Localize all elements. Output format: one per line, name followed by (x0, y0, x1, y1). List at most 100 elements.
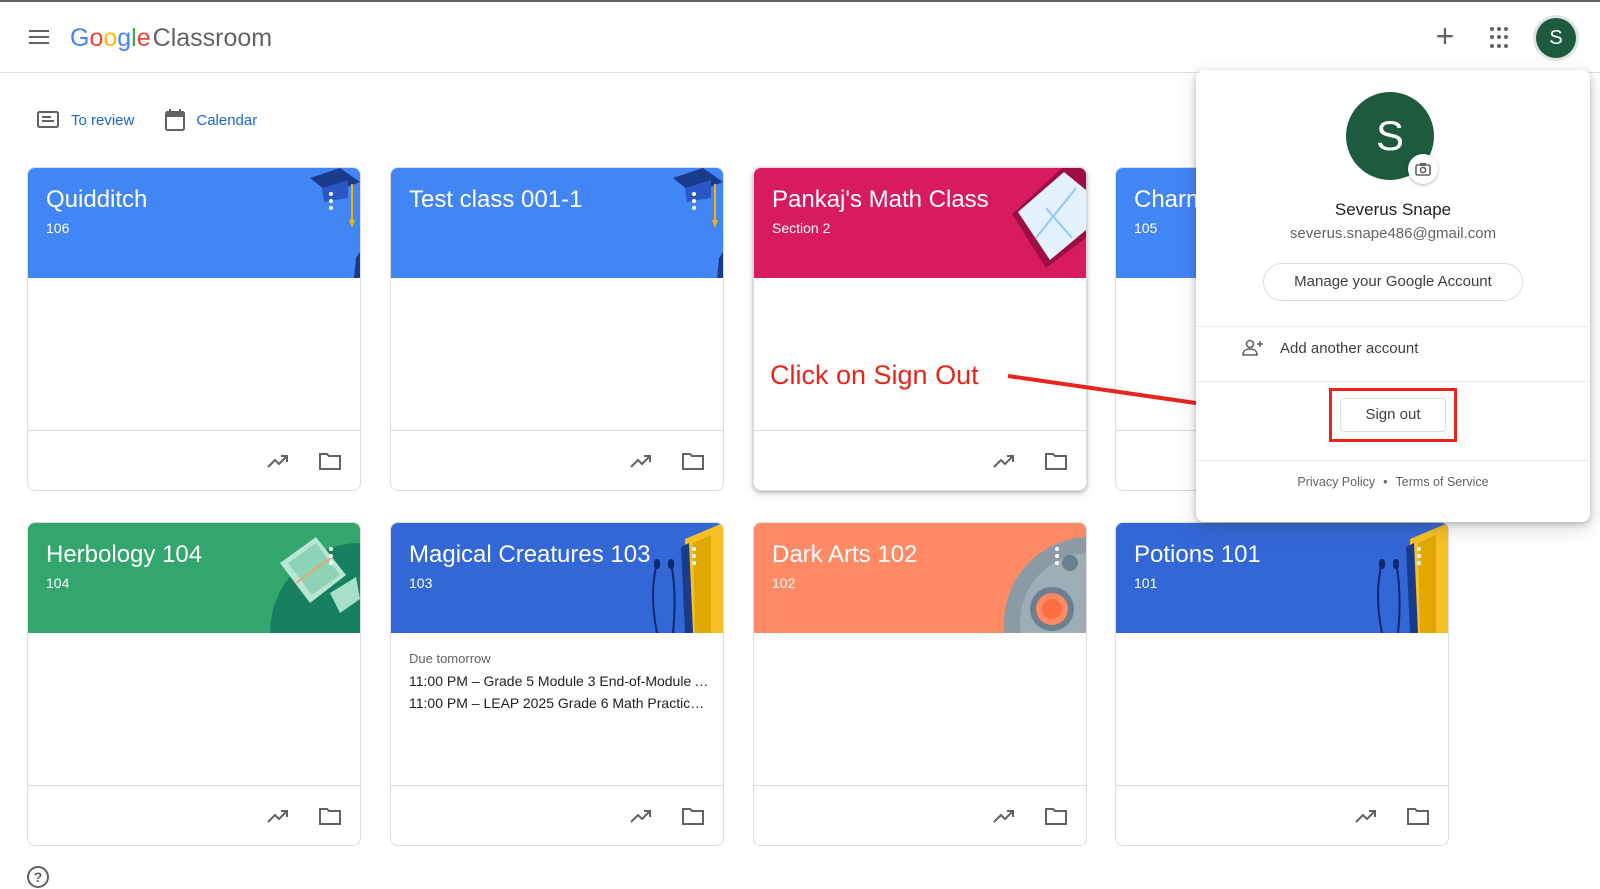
calendar-link[interactable]: Calendar (164, 108, 257, 132)
to-review-label: To review (71, 111, 135, 129)
folder-icon[interactable] (1044, 806, 1068, 826)
sign-out-button[interactable]: Sign out (1340, 398, 1446, 432)
account-avatar-button[interactable]: S (1536, 18, 1576, 58)
class-title[interactable]: Quidditch (46, 186, 147, 214)
card-footer (1116, 785, 1448, 845)
trending-up-icon[interactable] (266, 806, 290, 826)
class-card-potions[interactable]: Potions 101 101 (1115, 522, 1449, 846)
manage-account-button[interactable]: Manage your Google Account (1263, 263, 1523, 301)
person-add-icon (1242, 339, 1263, 356)
class-title[interactable]: Test class 001-1 (409, 186, 582, 214)
google-apps-icon[interactable] (1490, 27, 1512, 49)
privacy-policy-link[interactable]: Privacy Policy (1297, 475, 1375, 489)
card-body (754, 633, 1086, 785)
headphones-book-illustration (652, 523, 723, 633)
class-card-pankaj-math[interactable]: Pankaj's Math Class Section 2 (753, 167, 1087, 491)
card-header[interactable]: Test class 001-1 (391, 168, 723, 278)
top-app-bar: GoogleClassroom + S (0, 2, 1600, 73)
divider (1196, 460, 1590, 461)
more-options-icon[interactable] (328, 192, 334, 212)
trending-up-icon[interactable] (629, 451, 653, 471)
review-list-icon (37, 111, 59, 128)
class-section: Section 2 (772, 220, 831, 236)
folder-icon[interactable] (1406, 806, 1430, 826)
due-label: Due tomorrow (409, 651, 491, 666)
more-options-icon[interactable] (1054, 547, 1060, 567)
divider (1196, 381, 1590, 382)
add-account-item[interactable]: Add another account (1242, 326, 1418, 370)
tablet-geometry-illustration (1012, 168, 1086, 268)
class-card-dark-arts[interactable]: Dark Arts 102 102 (753, 522, 1087, 846)
class-section: 104 (46, 575, 70, 591)
due-item-link[interactable]: 11:00 PM – LEAP 2025 Grade 6 Math Practi… (409, 695, 709, 711)
card-body (28, 278, 360, 430)
planet-illustration (1004, 537, 1086, 633)
sign-out-highlight-box: Sign out (1329, 388, 1457, 442)
card-footer (28, 785, 360, 845)
due-item-link[interactable]: 11:00 PM – Grade 5 Module 3 End-of-Modul… (409, 673, 709, 689)
terms-of-service-link[interactable]: Terms of Service (1396, 475, 1489, 489)
account-menu-popup: S Severus Snape severus.snape486@gmail.c… (1196, 70, 1590, 522)
card-body (754, 278, 1086, 430)
class-section: 103 (409, 575, 433, 591)
more-options-icon[interactable] (691, 192, 697, 212)
card-header[interactable]: Herbology 104 104 (28, 523, 360, 633)
class-card-quidditch[interactable]: Quidditch 106 (27, 167, 361, 491)
class-section: 106 (46, 220, 70, 236)
more-options-icon[interactable] (1416, 547, 1422, 567)
help-icon[interactable]: ? (27, 866, 49, 888)
class-card-magical-creatures[interactable]: Magical Creatures 103 103 Due tomorrow 1… (390, 522, 724, 846)
hamburger-menu-icon[interactable] (27, 28, 51, 48)
card-header[interactable]: Magical Creatures 103 103 (391, 523, 723, 633)
books-plant-illustration (270, 537, 360, 633)
card-header[interactable]: Quidditch 106 (28, 168, 360, 278)
card-header[interactable]: Potions 101 101 (1116, 523, 1448, 633)
card-body: Due tomorrow 11:00 PM – Grade 5 Module 3… (391, 633, 723, 785)
trending-up-icon[interactable] (992, 451, 1016, 471)
card-footer (28, 430, 360, 490)
class-title[interactable]: Pankaj's Math Class (772, 186, 989, 214)
trending-up-icon[interactable] (629, 806, 653, 826)
policy-footer: Privacy Policy • Terms of Service (1297, 475, 1489, 489)
class-title[interactable]: Dark Arts 102 (772, 541, 917, 569)
folder-icon[interactable] (318, 806, 342, 826)
product-name: Classroom (152, 24, 273, 52)
class-title[interactable]: Magical Creatures 103 (409, 541, 650, 569)
folder-icon[interactable] (1044, 451, 1068, 471)
more-options-icon[interactable] (328, 547, 334, 567)
class-title[interactable]: Herbology 104 (46, 541, 202, 569)
folder-icon[interactable] (681, 806, 705, 826)
instruction-annotation: Click on Sign Out (770, 360, 979, 390)
trending-up-icon[interactable] (1354, 806, 1378, 826)
card-footer (754, 785, 1086, 845)
graduation-cap-illustration (310, 168, 360, 278)
sub-navigation: To review Calendar (37, 105, 287, 135)
more-options-icon[interactable] (691, 547, 697, 567)
add-account-label: Add another account (1280, 339, 1419, 357)
google-classroom-logo[interactable]: GoogleClassroom (70, 22, 272, 54)
account-name: Severus Snape (1334, 200, 1452, 219)
camera-icon[interactable] (1408, 154, 1438, 184)
class-section: 102 (772, 575, 796, 591)
graduation-cap-illustration (673, 168, 723, 278)
folder-icon[interactable] (681, 451, 705, 471)
to-review-link[interactable]: To review (37, 110, 134, 130)
class-card-test-class[interactable]: Test class 001-1 (390, 167, 724, 491)
plus-icon[interactable]: + (1430, 20, 1460, 52)
card-body (28, 633, 360, 785)
card-footer (391, 430, 723, 490)
trending-up-icon[interactable] (992, 806, 1016, 826)
card-body (1116, 633, 1448, 785)
card-footer (754, 430, 1086, 490)
folder-icon[interactable] (318, 451, 342, 471)
card-body (391, 278, 723, 430)
trending-up-icon[interactable] (266, 451, 290, 471)
calendar-label: Calendar (196, 111, 258, 129)
card-header[interactable]: Dark Arts 102 102 (754, 523, 1086, 633)
class-title[interactable]: Potions 101 (1134, 541, 1261, 569)
account-email: severus.snape486@gmail.com (1289, 225, 1497, 242)
card-footer (391, 785, 723, 845)
card-header[interactable]: Pankaj's Math Class Section 2 (754, 168, 1086, 278)
class-card-herbology[interactable]: Herbology 104 104 (27, 522, 361, 846)
headphones-book-illustration (1377, 523, 1448, 633)
